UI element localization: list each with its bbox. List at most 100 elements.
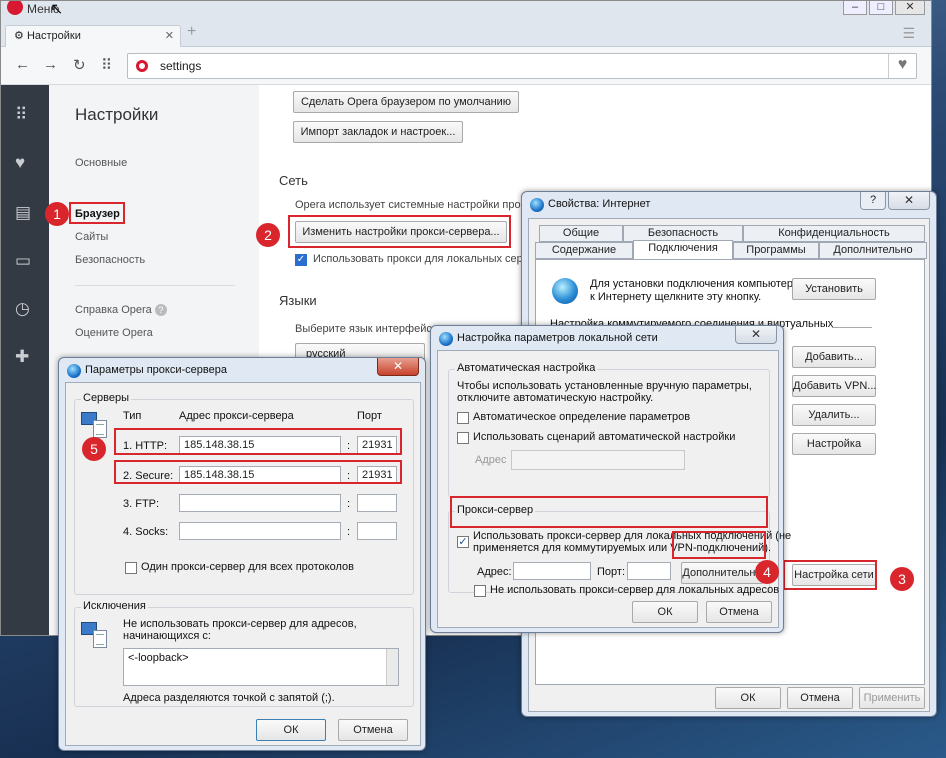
- news-sidebar-icon[interactable]: ▤: [15, 203, 31, 223]
- http-port-input[interactable]: 21931: [357, 436, 397, 454]
- tab-settings[interactable]: ⚙ Настройки ✕: [5, 25, 181, 47]
- bypass-local-checkbox[interactable]: [474, 585, 486, 597]
- close-icon[interactable]: ✕: [377, 358, 419, 376]
- use-proxy-label-2: применяется для коммутируемых или VPN-по…: [473, 542, 772, 554]
- advanced-button[interactable]: Дополнительно: [681, 562, 763, 584]
- proxy-address-input[interactable]: [513, 562, 591, 580]
- forward-icon[interactable]: →: [43, 56, 58, 73]
- secure-type-label: 2. Secure:: [123, 470, 174, 482]
- proxy-address-label: Адрес:: [477, 566, 512, 578]
- nav-link-rate[interactable]: Оцените Opera: [75, 327, 153, 339]
- tab-bar: ⚙ Настройки ✕ + ☰: [1, 21, 931, 47]
- proxy-local-checkbox[interactable]: ✓: [295, 254, 307, 266]
- tab-privacy[interactable]: Конфиденциальность: [743, 225, 925, 242]
- minimize-icon[interactable]: –: [843, 1, 867, 15]
- reload-icon[interactable]: ↻: [73, 56, 86, 74]
- dialog-body: Автоматическая настройка Чтобы использов…: [437, 350, 791, 628]
- dialog-title: Свойства: Интернет: [548, 198, 651, 210]
- tab-menu-icon[interactable]: ☰: [902, 25, 915, 42]
- nav-item-browser[interactable]: Браузер: [75, 208, 120, 220]
- socks-address-input[interactable]: [179, 522, 341, 540]
- cancel-button[interactable]: Отмена: [706, 601, 772, 623]
- add-vpn-button[interactable]: Добавить VPN...: [792, 375, 876, 397]
- tab-title: Настройки: [26, 30, 81, 42]
- internet-globe-icon: [530, 198, 544, 212]
- script-address-input[interactable]: [511, 450, 685, 470]
- auto-detect-checkbox[interactable]: [457, 412, 469, 424]
- script-address-label: Адрес: [475, 454, 507, 466]
- tab-general[interactable]: Общие: [539, 225, 623, 242]
- secure-port-input[interactable]: 21931: [357, 466, 397, 484]
- proxy-port-input[interactable]: [627, 562, 671, 580]
- nav-item-security[interactable]: Безопасность: [75, 254, 145, 266]
- title-bar: Меню ↖ – □ ✕: [1, 1, 931, 21]
- lan-settings-button[interactable]: Настройка сети: [792, 564, 876, 586]
- nav-divider: [75, 285, 235, 286]
- proxy-local-label: Использовать прокси для локальных серве: [313, 253, 535, 265]
- use-proxy-checkbox[interactable]: ✓: [457, 536, 469, 548]
- socks-port-input[interactable]: [357, 522, 397, 540]
- bookmark-heart-icon[interactable]: ♥: [888, 54, 916, 78]
- close-icon[interactable]: ✕: [888, 192, 930, 210]
- help-question-icon: ?: [154, 304, 167, 316]
- ftp-port-input[interactable]: [357, 494, 397, 512]
- ok-button[interactable]: ОК: [256, 719, 326, 741]
- back-icon[interactable]: ←: [15, 56, 30, 73]
- languages-description: Выберите язык интерфейса: [295, 323, 438, 335]
- help-icon[interactable]: ?: [860, 192, 886, 210]
- heart-sidebar-icon[interactable]: ♥: [15, 153, 25, 173]
- tabs-sync-sidebar-icon[interactable]: ▭: [15, 251, 31, 271]
- same-proxy-checkbox[interactable]: [125, 562, 137, 574]
- col-address-header: Адрес прокси-сервера: [179, 410, 294, 422]
- tab-close-icon[interactable]: ✕: [165, 26, 174, 46]
- connection-settings-button[interactable]: Настройка: [792, 433, 876, 455]
- maximize-icon[interactable]: □: [869, 1, 893, 15]
- setup-button[interactable]: Установить: [792, 278, 876, 300]
- extensions-sidebar-icon[interactable]: ✚: [15, 347, 29, 367]
- http-address-input[interactable]: 185.148.38.15: [179, 436, 341, 454]
- ok-button[interactable]: ОК: [715, 687, 781, 709]
- exceptions-textarea[interactable]: <-loopback>: [123, 648, 399, 686]
- cancel-button[interactable]: Отмена: [787, 687, 853, 709]
- ok-button[interactable]: ОК: [632, 601, 698, 623]
- auto-script-checkbox[interactable]: [457, 432, 469, 444]
- default-browser-button[interactable]: Сделать Opera браузером по умолчанию: [293, 91, 519, 113]
- proxy-settings-dialog: Параметры прокси-сервера ✕ Серверы Тип А…: [58, 357, 426, 751]
- exceptions-scrollbar[interactable]: [386, 649, 398, 685]
- add-button[interactable]: Добавить...: [792, 346, 876, 368]
- auto-desc-2: отключите автоматическую настройку.: [457, 392, 654, 404]
- tab-advanced[interactable]: Дополнительно: [819, 242, 927, 259]
- address-field[interactable]: settings ♥: [127, 53, 917, 79]
- cancel-button[interactable]: Отмена: [338, 719, 408, 741]
- tab-content[interactable]: Содержание: [535, 242, 633, 259]
- nav-link-help[interactable]: Справка Opera ?: [75, 304, 167, 316]
- help-link-label: Справка Opera: [75, 304, 152, 316]
- nav-item-basic[interactable]: Основные: [75, 157, 127, 169]
- ftp-address-input[interactable]: [179, 494, 341, 512]
- opera-page-icon: [136, 60, 148, 72]
- tab-programs[interactable]: Программы: [733, 242, 819, 259]
- network-section-title: Сеть: [279, 173, 308, 188]
- change-proxy-button[interactable]: Изменить настройки прокси-сервера...: [295, 221, 507, 243]
- tab-connections[interactable]: Подключения: [633, 240, 733, 259]
- speed-dial-icon[interactable]: ⠿: [101, 56, 112, 74]
- step-badge-1: 1: [45, 202, 69, 226]
- speed-dial-sidebar-icon[interactable]: ⠿: [15, 105, 27, 125]
- history-sidebar-icon[interactable]: ◷: [15, 299, 30, 319]
- import-bookmarks-button[interactable]: Импорт закладок и настроек...: [293, 121, 463, 143]
- nav-item-sites[interactable]: Сайты: [75, 231, 108, 243]
- setup-text-1: Для установки подключения компьютера: [590, 278, 800, 290]
- new-tab-icon[interactable]: +: [187, 23, 196, 41]
- close-icon[interactable]: ✕: [895, 1, 925, 15]
- secure-address-input[interactable]: 185.148.38.15: [179, 466, 341, 484]
- remove-button[interactable]: Удалить...: [792, 404, 876, 426]
- step-badge-5: 5: [82, 437, 106, 461]
- apply-button[interactable]: Применить: [859, 687, 925, 709]
- proxy-group-label: Прокси-сервер: [455, 504, 536, 516]
- col-type-header: Тип: [123, 410, 142, 422]
- close-icon[interactable]: ✕: [735, 326, 777, 344]
- col-port-header: Порт: [357, 410, 382, 422]
- opera-logo-icon[interactable]: [7, 1, 23, 15]
- settings-title: Настройки: [75, 105, 159, 124]
- exceptions-desc-1: Не использовать прокси-сервер для адресо…: [123, 618, 357, 630]
